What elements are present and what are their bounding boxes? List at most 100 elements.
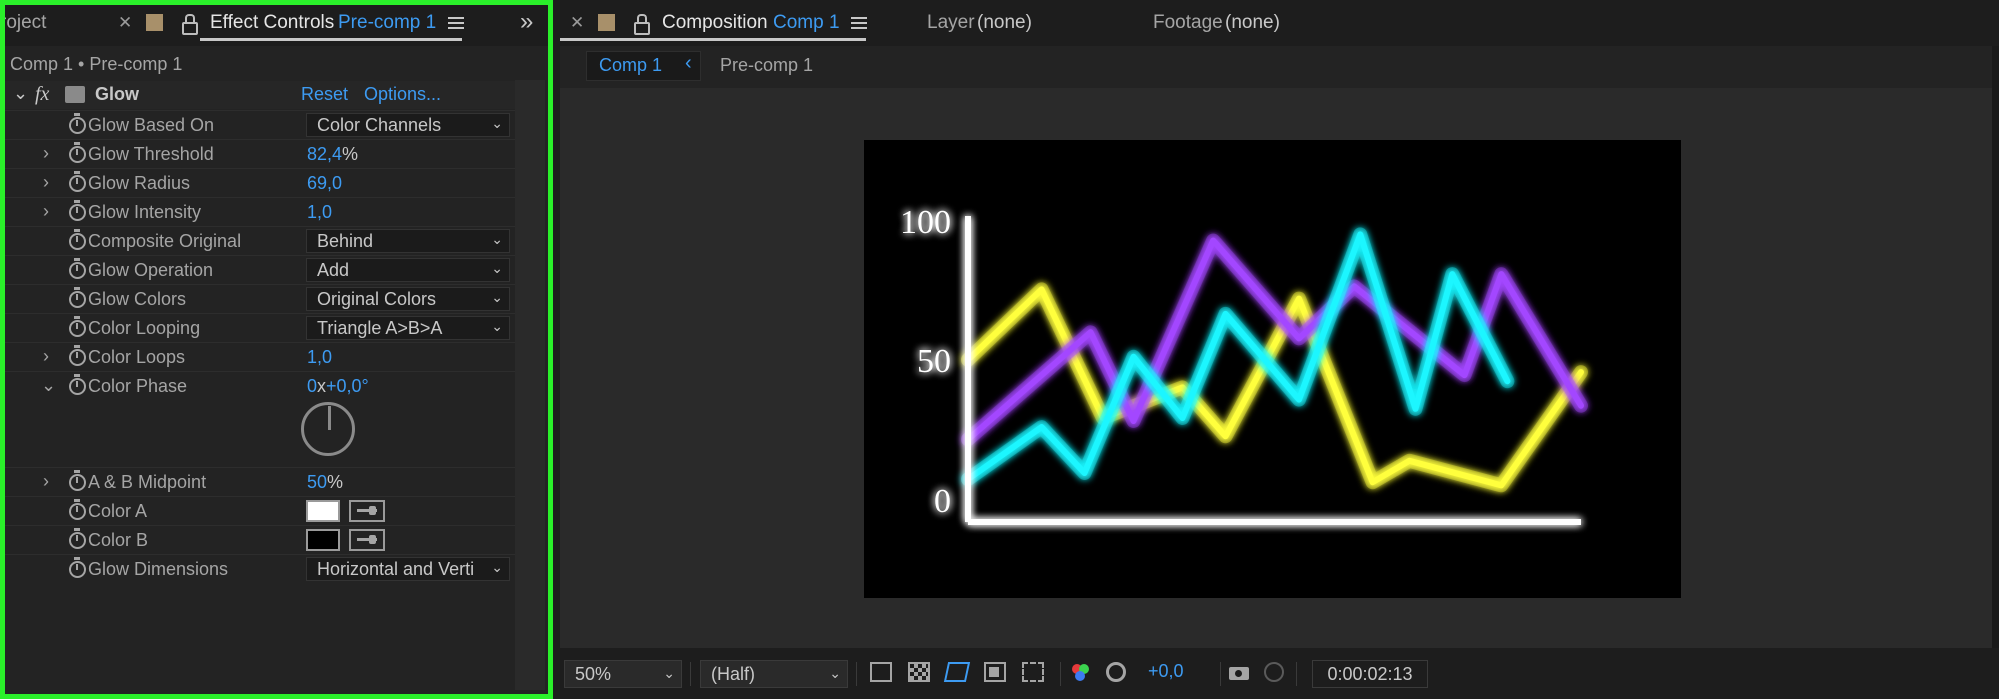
- stopwatch-icon[interactable]: [69, 200, 86, 221]
- chevron-down-icon[interactable]: ⌄: [41, 375, 56, 396]
- stopwatch-icon[interactable]: [69, 528, 86, 549]
- flowchart-precomp1[interactable]: Pre-comp 1: [720, 55, 813, 76]
- scrollbar-track[interactable]: [515, 80, 545, 690]
- panel-menu-icon[interactable]: [851, 17, 867, 19]
- stopwatch-icon[interactable]: [69, 258, 86, 279]
- mask-visibility-icon[interactable]: [943, 662, 971, 682]
- camera-icon[interactable]: [1228, 662, 1250, 682]
- value-unit: %: [327, 472, 344, 492]
- toolbar-divider: [1220, 662, 1221, 686]
- composition-viewer[interactable]: 100 50 0: [560, 88, 1992, 648]
- show-snapshot-icon[interactable]: [1264, 662, 1284, 682]
- viewer-toolbar: 50% ⌄ (Half) ⌄ +0,0 0:00:02:13: [560, 648, 1999, 699]
- chevron-down-icon[interactable]: ⌄: [13, 83, 28, 104]
- property-label: Glow Colors: [88, 289, 187, 309]
- dropdown-value: Behind: [317, 231, 374, 251]
- property-label: Color A: [88, 501, 148, 521]
- glow-threshold-value[interactable]: 82,4%: [307, 144, 358, 165]
- region-of-interest-fill: [989, 667, 999, 677]
- channel-icon[interactable]: [1070, 662, 1092, 682]
- chevron-right-icon[interactable]: ›: [43, 172, 49, 193]
- stopwatch-icon[interactable]: [69, 470, 86, 491]
- color-a-swatch[interactable]: [306, 500, 340, 522]
- color-phase-dial[interactable]: [301, 402, 355, 456]
- dropdown-value: Add: [317, 260, 350, 280]
- stopwatch-icon[interactable]: [69, 142, 86, 163]
- glow-intensity-value[interactable]: 1,0: [307, 202, 332, 223]
- chevron-right-icon[interactable]: ›: [43, 201, 49, 222]
- panel-menu-icon[interactable]: [448, 17, 464, 19]
- transparency-grid-icon[interactable]: [908, 662, 930, 682]
- resolution-dropdown[interactable]: (Half) ⌄: [700, 660, 848, 688]
- left-tab-bar: roject ✕ Effect Controls Pre-comp 1 »: [0, 0, 553, 46]
- composition-canvas[interactable]: 100 50 0: [864, 140, 1681, 598]
- color-b-swatch[interactable]: [306, 529, 340, 551]
- camera-lens: [1235, 670, 1242, 677]
- chevron-right-icon[interactable]: ›: [43, 143, 49, 164]
- chevron-right-icon[interactable]: ›: [43, 471, 49, 492]
- viewer-scrollbar[interactable]: [1992, 46, 1999, 648]
- phase-separator: x: [317, 376, 327, 396]
- stopwatch-icon[interactable]: [69, 374, 86, 395]
- color-looping-dropdown[interactable]: Triangle A>B>A ⌄: [306, 316, 510, 340]
- chevron-right-icon[interactable]: ›: [43, 346, 49, 367]
- tab-project[interactable]: roject: [0, 12, 46, 34]
- dial-needle: [328, 406, 331, 430]
- stopwatch-icon[interactable]: [69, 316, 86, 337]
- color-loops-value[interactable]: 1,0: [307, 347, 332, 368]
- stopwatch-icon[interactable]: [69, 229, 86, 250]
- y-tick-label: 50: [917, 343, 951, 380]
- chevron-down-icon: ⌄: [829, 665, 841, 681]
- stopwatch-icon[interactable]: [69, 113, 86, 134]
- property-label: Glow Dimensions: [88, 559, 229, 579]
- property-row-color-loops: › Color Loops 1,0: [5, 342, 515, 371]
- stopwatch-icon[interactable]: [69, 171, 86, 192]
- glow-dimensions-dropdown[interactable]: Horizontal and Verti ⌄: [306, 557, 510, 581]
- property-label: Glow Radius: [88, 173, 191, 193]
- chart-tick-labels: 100 50 0: [900, 204, 951, 520]
- glow-operation-dropdown[interactable]: Add ⌄: [306, 258, 510, 282]
- flowchart-bar: Comp 1 ‹ Pre-comp 1: [560, 46, 1992, 88]
- current-time-display[interactable]: 0:00:02:13: [1312, 660, 1428, 688]
- property-row-glow-dimensions: Glow Dimensions Horizontal and Verti ⌄: [5, 554, 515, 583]
- color-phase-value[interactable]: 0x+0,0°: [307, 376, 369, 397]
- glow-colors-dropdown[interactable]: Original Colors ⌄: [306, 287, 510, 311]
- grid-guides-icon[interactable]: [1022, 662, 1044, 682]
- eyedropper-icon[interactable]: [349, 529, 385, 551]
- phase-revolutions: 0: [307, 376, 318, 396]
- neon-line-chart: 100 50 0: [900, 204, 1588, 525]
- effect-controls-panel: roject ✕ Effect Controls Pre-comp 1 » Co…: [0, 0, 553, 699]
- value-number: 82,4: [307, 144, 343, 164]
- glow-based-on-dropdown[interactable]: Color Channels ⌄: [306, 113, 510, 137]
- lock-icon[interactable]: [634, 14, 650, 35]
- eyedropper-icon[interactable]: [349, 500, 385, 522]
- fx-toggle-icon[interactable]: fx: [35, 83, 49, 106]
- options-button[interactable]: Options...: [364, 84, 441, 105]
- tab-footage-value: (none): [1225, 12, 1280, 33]
- composite-original-dropdown[interactable]: Behind ⌄: [306, 229, 510, 253]
- flowchart-comp1[interactable]: Comp 1 ‹: [586, 51, 701, 81]
- property-row-color-b: Color B: [5, 525, 515, 554]
- fast-previews-icon[interactable]: [870, 662, 892, 682]
- panel-color-swatch: [146, 14, 163, 31]
- reset-button[interactable]: Reset: [301, 84, 348, 105]
- effect-header-glow[interactable]: ⌄ fx Glow Reset Options...: [5, 81, 515, 109]
- region-of-interest-icon[interactable]: [984, 662, 1006, 682]
- property-row-ab-midpoint: › A & B Midpoint 50%: [5, 467, 515, 496]
- lock-icon[interactable]: [182, 14, 198, 35]
- stopwatch-icon[interactable]: [69, 345, 86, 366]
- y-tick-label: 100: [900, 204, 951, 241]
- close-icon[interactable]: ✕: [570, 13, 584, 33]
- stopwatch-icon[interactable]: [69, 499, 86, 520]
- overflow-tabs-icon[interactable]: »: [520, 8, 533, 36]
- glow-radius-value[interactable]: 69,0: [307, 173, 342, 194]
- close-icon[interactable]: ✕: [118, 13, 132, 33]
- stopwatch-icon[interactable]: [69, 557, 86, 578]
- ab-midpoint-value[interactable]: 50%: [307, 472, 343, 493]
- magnification-dropdown[interactable]: 50% ⌄: [564, 660, 682, 688]
- property-row-composite-original: Composite Original Behind ⌄: [5, 226, 515, 255]
- reset-exposure-icon[interactable]: [1106, 662, 1126, 682]
- stopwatch-icon[interactable]: [69, 287, 86, 308]
- exposure-value[interactable]: +0,0: [1148, 661, 1184, 682]
- chevron-down-icon: ⌄: [491, 115, 503, 131]
